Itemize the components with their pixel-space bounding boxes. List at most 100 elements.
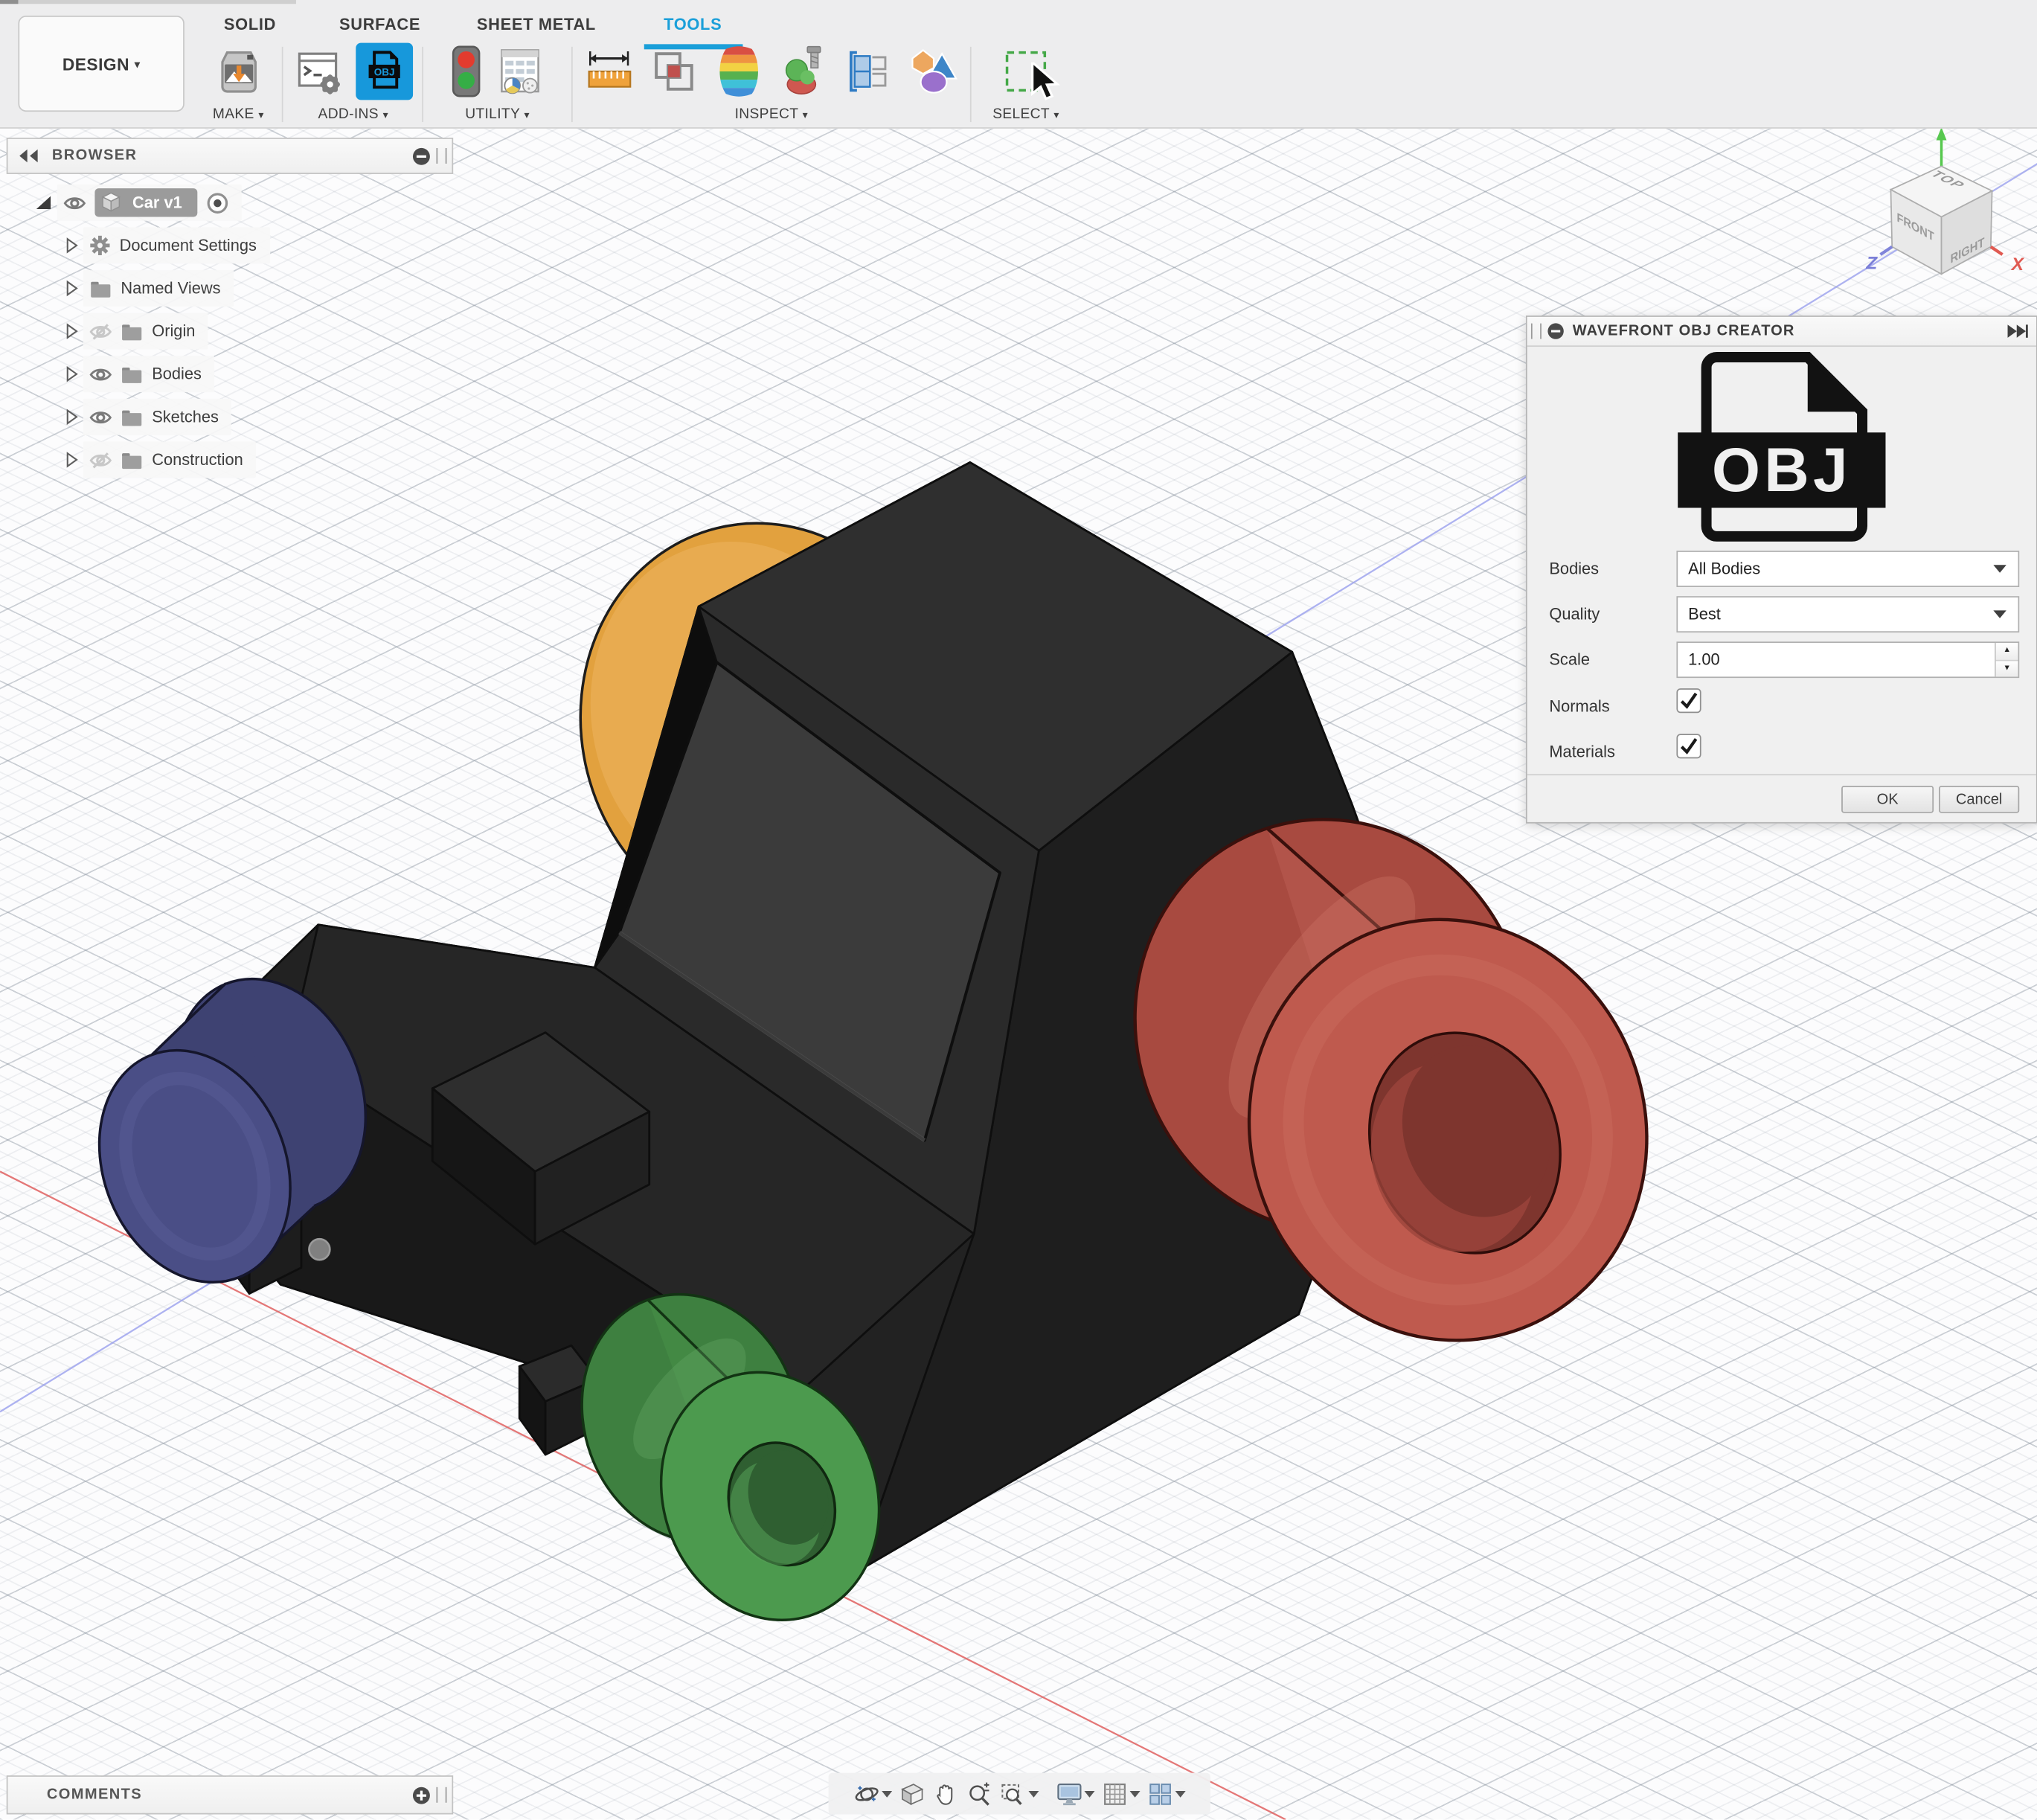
tree-row-document-settings[interactable]: Document Settings (0, 228, 269, 262)
component-cube-icon (100, 191, 122, 214)
viewports-tool[interactable] (1146, 1780, 1185, 1807)
window-edge-strip (0, 0, 296, 4)
window-edge-strip-dark (0, 0, 18, 4)
disclosure-expanded-icon[interactable] (33, 193, 51, 211)
chevron-down-icon (1993, 610, 2006, 618)
tree-row-root[interactable]: Car v1 (0, 186, 269, 220)
design-menu-button[interactable]: DESIGN ▾ (18, 16, 184, 112)
materials-checkbox[interactable] (1676, 734, 1701, 758)
zoom-icon (966, 1780, 994, 1807)
group-utility-label[interactable]: UTILITY ▾ (426, 106, 569, 122)
chevron-down-icon: ▾ (135, 58, 141, 70)
eye-icon[interactable] (89, 408, 112, 426)
dialog-minimize-icon[interactable] (1547, 322, 1565, 340)
curvature-comb-icon[interactable] (712, 45, 766, 97)
origin-marker (309, 1239, 330, 1260)
group-make-label[interactable]: MAKE ▾ (195, 106, 282, 122)
comments-panel-header[interactable]: COMMENTS (7, 1775, 453, 1814)
chevron-down-icon (1175, 1790, 1186, 1797)
tree-row-construction[interactable]: Construction (0, 443, 269, 476)
gear-icon (89, 235, 110, 256)
y-axis-arrow (1937, 127, 1947, 140)
folder-icon (121, 321, 143, 341)
folder-icon (121, 407, 143, 426)
disclosure-collapsed-icon[interactable] (62, 237, 80, 254)
comments-panel-title: COMMENTS (47, 1787, 142, 1803)
panel-drag-handle[interactable] (436, 1787, 446, 1803)
tree-row-named-views[interactable]: Named Views (0, 272, 269, 305)
tab-sheet-metal[interactable]: SHEET METAL (455, 5, 618, 44)
tab-surface[interactable]: SURFACE (305, 5, 455, 44)
scale-input[interactable] (1678, 650, 1976, 670)
measure-icon[interactable] (582, 45, 636, 97)
folder-icon (121, 365, 143, 384)
tree-row-origin[interactable]: Origin (0, 314, 269, 347)
chevron-down-icon (1028, 1790, 1039, 1797)
dialog-drag-handle[interactable] (1531, 324, 1542, 339)
mouse-cursor (1030, 63, 1063, 101)
chevron-down-icon (1993, 565, 2006, 572)
collapse-panel-icon[interactable] (18, 148, 39, 164)
look-at-icon (899, 1780, 926, 1807)
tree-row-bodies[interactable]: Bodies (0, 357, 269, 391)
disclosure-collapsed-icon[interactable] (62, 365, 80, 382)
eye-off-icon[interactable] (89, 323, 112, 340)
tab-solid[interactable]: SOLID (195, 5, 305, 44)
viewcube[interactable]: TOP FRONT RIGHT Z X (1850, 117, 2037, 291)
disclosure-collapsed-icon[interactable] (62, 408, 80, 426)
3d-print-icon[interactable] (212, 45, 264, 97)
add-comment-icon[interactable] (411, 1785, 431, 1804)
disclosure-collapsed-icon[interactable] (62, 451, 80, 469)
group-inspect-label[interactable]: INSPECT ▾ (577, 106, 966, 122)
change-parameters-icon[interactable] (493, 45, 545, 97)
browser-panel-header[interactable]: BROWSER (7, 138, 453, 174)
scale-input-wrap: ▲▼ (1676, 641, 2019, 678)
group-make: MAKE ▾ (195, 44, 282, 124)
pan-tool[interactable] (932, 1780, 960, 1807)
quality-select[interactable]: Best (1676, 596, 2019, 632)
interference-icon[interactable] (647, 45, 701, 97)
fusion360-app: DESIGN ▾ SOLID SURFACE SHEET METAL TOOLS (0, 0, 2037, 1819)
normals-checkbox[interactable] (1676, 688, 1701, 713)
eye-icon[interactable] (89, 365, 112, 382)
health-status-icon[interactable] (449, 44, 483, 98)
activate-component-radio[interactable] (207, 191, 229, 214)
cancel-button[interactable]: Cancel (1939, 786, 2019, 813)
obj-creator-addin-icon-active[interactable]: OBJ (356, 43, 413, 100)
section-analysis-icon[interactable] (841, 45, 896, 97)
dialog-header[interactable]: WAVEFRONT OBJ CREATOR (1527, 317, 2036, 347)
dialog-title: WAVEFRONT OBJ CREATOR (1573, 324, 1795, 339)
tab-tools[interactable]: TOOLS (618, 5, 768, 44)
dock-panel-icon[interactable] (2005, 324, 2028, 339)
scripts-addins-icon[interactable] (293, 45, 345, 97)
scale-stepper[interactable]: ▲▼ (1995, 643, 2018, 676)
tree-row-sketches[interactable]: Sketches (0, 400, 269, 434)
viewport-3d[interactable] (0, 0, 2037, 1819)
root-component-pill[interactable]: Car v1 (94, 188, 197, 217)
grid-settings-tool[interactable] (1101, 1780, 1140, 1807)
ok-button[interactable]: OK (1841, 786, 1934, 813)
panel-drag-handle[interactable] (436, 148, 446, 164)
look-at-tool[interactable] (899, 1780, 926, 1807)
group-select-label[interactable]: SELECT ▾ (977, 106, 1076, 122)
orbit-tool[interactable] (853, 1780, 892, 1807)
zoom-tool[interactable] (966, 1780, 994, 1807)
disclosure-collapsed-icon[interactable] (62, 322, 80, 340)
display-settings-tool[interactable] (1056, 1780, 1094, 1807)
browser-panel-title: BROWSER (52, 148, 138, 164)
zoom-window-tool[interactable] (1000, 1780, 1039, 1807)
x-axis-stub (1991, 247, 2003, 254)
navigation-toolbar (829, 1773, 1210, 1815)
disclosure-collapsed-icon[interactable] (62, 279, 80, 297)
draft-analysis-icon[interactable] (777, 45, 831, 97)
group-add-ins-label[interactable]: ADD-INS ▾ (286, 106, 421, 122)
eye-off-icon[interactable] (89, 452, 112, 469)
bodies-select[interactable]: All Bodies (1676, 551, 2019, 587)
viewports-icon (1146, 1780, 1174, 1807)
eye-icon[interactable] (64, 194, 86, 211)
panel-minimize-icon[interactable] (411, 146, 431, 165)
toolbar-separator (970, 47, 972, 122)
component-color-icon[interactable] (906, 45, 960, 97)
zoom-window-icon (1000, 1780, 1027, 1807)
pan-hand-icon (932, 1780, 960, 1807)
